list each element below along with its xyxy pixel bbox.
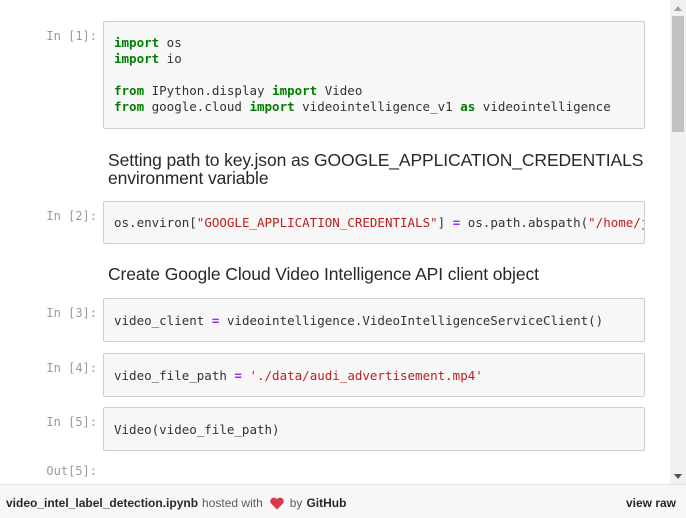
code-keyword: import xyxy=(272,83,318,98)
scrollbar-thumb[interactable] xyxy=(672,16,684,132)
code-text: video_file_path = './data/audi_advertise… xyxy=(104,354,644,384)
code-token: os.path.abspath( xyxy=(460,215,589,230)
code-token: google.cloud xyxy=(144,99,250,114)
notebook-viewer: In [1]: import os import io from IPython… xyxy=(0,0,670,484)
code-token: video_client xyxy=(114,313,212,328)
code-token: Video(video_file_path) xyxy=(114,422,280,437)
vertical-scrollbar[interactable] xyxy=(670,0,686,484)
code-token: IPython.display xyxy=(144,83,273,98)
code-token: os xyxy=(159,35,182,50)
github-link[interactable]: GitHub xyxy=(306,496,346,510)
heart-shape xyxy=(270,497,284,509)
code-token: videointelligence_v1 xyxy=(294,99,461,114)
code-token: videointelligence xyxy=(475,99,611,114)
view-raw-link[interactable]: view raw xyxy=(626,496,676,510)
code-token: ] xyxy=(437,215,453,230)
scroll-down-arrow-icon[interactable] xyxy=(670,468,686,484)
code-input[interactable]: import os import io from IPython.display… xyxy=(103,21,645,129)
code-operator: = xyxy=(234,368,242,383)
cell-prompt: In [5]: xyxy=(46,415,97,429)
scroll-up-arrow-icon[interactable] xyxy=(670,0,686,16)
code-token: videointelligence.VideoIntelligenceServi… xyxy=(219,313,604,328)
markdown-heading-client: Create Google Cloud Video Intelligence A… xyxy=(108,264,539,284)
markdown-heading-credentials: Setting path to key.json as GOOGLE_APPLI… xyxy=(108,150,644,188)
code-keyword: import xyxy=(114,35,160,50)
cell-prompt: In [2]: xyxy=(46,209,97,223)
code-input[interactable]: video_file_path = './data/audi_advertise… xyxy=(103,353,645,397)
code-text: import os import io from IPython.display… xyxy=(104,22,644,115)
code-input[interactable]: Video(video_file_path) xyxy=(103,407,645,451)
code-input[interactable]: video_client = videointelligence.VideoIn… xyxy=(103,298,645,342)
code-token: Video xyxy=(317,83,363,98)
code-text: Video(video_file_path) xyxy=(104,408,644,438)
code-token: video_file_path xyxy=(114,368,235,383)
raw-file-link[interactable]: video_intel_label_detection.ipynb xyxy=(6,496,198,510)
code-string: './data/audi_advertisement.mp4' xyxy=(249,368,483,383)
cell-prompt: In [1]: xyxy=(46,29,97,43)
cell-prompt: In [4]: xyxy=(46,361,97,375)
heart-icon xyxy=(270,497,284,510)
code-string: "/home/jupyter/key.json" xyxy=(588,215,644,230)
hosted-with-text: hosted with xyxy=(202,496,263,510)
code-token: io xyxy=(159,51,182,66)
code-text: os.environ["GOOGLE_APPLICATION_CREDENTIA… xyxy=(104,202,644,231)
code-token: os.environ[ xyxy=(114,215,197,230)
code-string: "GOOGLE_APPLICATION_CREDENTIALS" xyxy=(196,215,438,230)
code-keyword: from xyxy=(114,83,145,98)
output-prompt: Out[5]: xyxy=(46,464,97,478)
code-keyword: as xyxy=(460,99,476,114)
code-keyword: from xyxy=(114,99,145,114)
code-text: video_client = videointelligence.VideoIn… xyxy=(104,299,644,329)
gist-footer: video_intel_label_detection.ipynb hosted… xyxy=(0,484,686,518)
by-text: by xyxy=(289,496,303,510)
code-keyword: import xyxy=(249,99,295,114)
code-keyword: import xyxy=(114,51,160,66)
cell-prompt: In [3]: xyxy=(46,306,97,320)
code-input[interactable]: os.environ["GOOGLE_APPLICATION_CREDENTIA… xyxy=(103,201,645,244)
